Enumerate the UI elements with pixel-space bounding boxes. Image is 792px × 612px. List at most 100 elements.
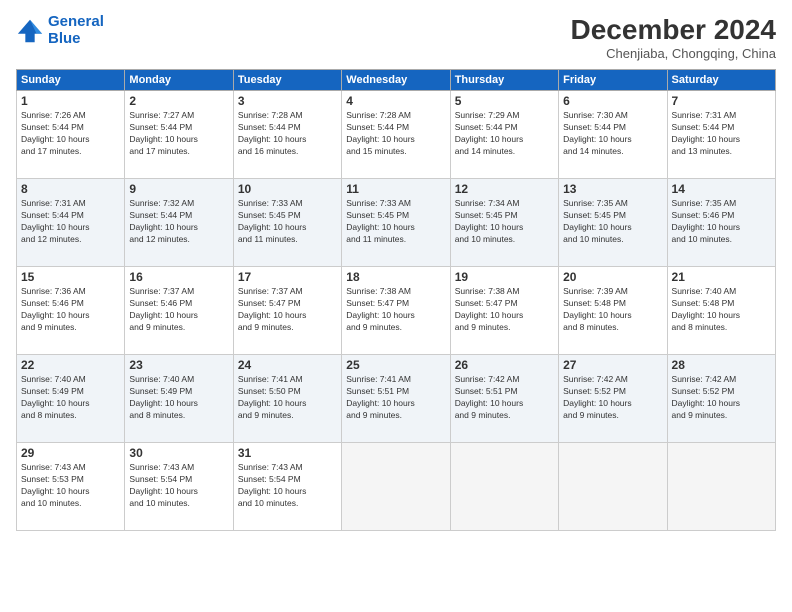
calendar-cell: 10 Sunrise: 7:33 AM Sunset: 5:45 PM Dayli…: [233, 179, 341, 267]
calendar-cell: 1Sunrise: 7:26 AM Sunset: 5:44 PM Daylig…: [17, 91, 125, 179]
day-number: 6: [563, 94, 662, 108]
day-info: Sunrise: 7:42 AM Sunset: 5:52 PM Dayligh…: [672, 374, 771, 422]
day-number: 2: [129, 94, 228, 108]
calendar-cell: [667, 443, 775, 531]
calendar-cell: 17 Sunrise: 7:37 AM Sunset: 5:47 PM Dayli…: [233, 267, 341, 355]
page: General Blue December 2024 Chenjiaba, Ch…: [0, 0, 792, 612]
calendar-cell: 27 Sunrise: 7:42 AM Sunset: 5:52 PM Dayli…: [559, 355, 667, 443]
day-info: Sunrise: 7:31 AM Sunset: 5:44 PM Dayligh…: [672, 110, 771, 158]
day-number: 17: [238, 270, 337, 284]
day-info: Sunrise: 7:28 AM Sunset: 5:44 PM Dayligh…: [346, 110, 445, 158]
calendar-cell: 22 Sunrise: 7:40 AM Sunset: 5:49 PM Dayli…: [17, 355, 125, 443]
calendar-cell: 29Sunrise: 7:43 AM Sunset: 5:53 PM Dayli…: [17, 443, 125, 531]
day-number: 20: [563, 270, 662, 284]
day-info: Sunrise: 7:41 AM Sunset: 5:50 PM Dayligh…: [238, 374, 337, 422]
day-number: 12: [455, 182, 554, 196]
day-info: Sunrise: 7:41 AM Sunset: 5:51 PM Dayligh…: [346, 374, 445, 422]
calendar-week-row: 8 Sunrise: 7:31 AM Sunset: 5:44 PM Daylig…: [17, 179, 776, 267]
day-info: Sunrise: 7:38 AM Sunset: 5:47 PM Dayligh…: [455, 286, 554, 334]
day-number: 14: [672, 182, 771, 196]
day-number: 4: [346, 94, 445, 108]
day-info: Sunrise: 7:42 AM Sunset: 5:52 PM Dayligh…: [563, 374, 662, 422]
day-number: 26: [455, 358, 554, 372]
weekday-header-row: Sunday Monday Tuesday Wednesday Thursday…: [17, 70, 776, 91]
day-number: 22: [21, 358, 120, 372]
header-wednesday: Wednesday: [342, 70, 450, 91]
day-info: Sunrise: 7:33 AM Sunset: 5:45 PM Dayligh…: [238, 198, 337, 246]
day-info: Sunrise: 7:28 AM Sunset: 5:44 PM Dayligh…: [238, 110, 337, 158]
header-tuesday: Tuesday: [233, 70, 341, 91]
calendar-cell: 21 Sunrise: 7:40 AM Sunset: 5:48 PM Dayli…: [667, 267, 775, 355]
logo: General Blue: [16, 14, 104, 47]
logo-text: General Blue: [48, 14, 104, 47]
day-info: Sunrise: 7:30 AM Sunset: 5:44 PM Dayligh…: [563, 110, 662, 158]
day-info: Sunrise: 7:32 AM Sunset: 5:44 PM Dayligh…: [129, 198, 228, 246]
day-info: Sunrise: 7:39 AM Sunset: 5:48 PM Dayligh…: [563, 286, 662, 334]
header-thursday: Thursday: [450, 70, 558, 91]
day-number: 24: [238, 358, 337, 372]
calendar-cell: 12 Sunrise: 7:34 AM Sunset: 5:45 PM Dayli…: [450, 179, 558, 267]
day-number: 7: [672, 94, 771, 108]
calendar-cell: 24 Sunrise: 7:41 AM Sunset: 5:50 PM Dayli…: [233, 355, 341, 443]
calendar-cell: 23 Sunrise: 7:40 AM Sunset: 5:49 PM Dayli…: [125, 355, 233, 443]
day-number: 8: [21, 182, 120, 196]
calendar-cell: 13Sunrise: 7:35 AM Sunset: 5:45 PM Dayli…: [559, 179, 667, 267]
header-friday: Friday: [559, 70, 667, 91]
day-info: Sunrise: 7:27 AM Sunset: 5:44 PM Dayligh…: [129, 110, 228, 158]
day-info: Sunrise: 7:34 AM Sunset: 5:45 PM Dayligh…: [455, 198, 554, 246]
day-number: 21: [672, 270, 771, 284]
calendar-cell: 28 Sunrise: 7:42 AM Sunset: 5:52 PM Dayli…: [667, 355, 775, 443]
day-number: 11: [346, 182, 445, 196]
day-info: Sunrise: 7:43 AM Sunset: 5:54 PM Dayligh…: [129, 462, 228, 510]
day-number: 9: [129, 182, 228, 196]
location-subtitle: Chenjiaba, Chongqing, China: [571, 46, 776, 61]
header-monday: Monday: [125, 70, 233, 91]
day-number: 28: [672, 358, 771, 372]
day-info: Sunrise: 7:40 AM Sunset: 5:48 PM Dayligh…: [672, 286, 771, 334]
day-number: 16: [129, 270, 228, 284]
day-info: Sunrise: 7:43 AM Sunset: 5:54 PM Dayligh…: [238, 462, 337, 510]
calendar-cell: 15 Sunrise: 7:36 AM Sunset: 5:46 PM Dayli…: [17, 267, 125, 355]
day-info: Sunrise: 7:26 AM Sunset: 5:44 PM Dayligh…: [21, 110, 120, 158]
calendar-cell: 16Sunrise: 7:37 AM Sunset: 5:46 PM Dayli…: [125, 267, 233, 355]
calendar-cell: 14 Sunrise: 7:35 AM Sunset: 5:46 PM Dayli…: [667, 179, 775, 267]
day-number: 10: [238, 182, 337, 196]
calendar-cell: 3Sunrise: 7:28 AM Sunset: 5:44 PM Daylig…: [233, 91, 341, 179]
calendar-table: Sunday Monday Tuesday Wednesday Thursday…: [16, 69, 776, 531]
day-number: 19: [455, 270, 554, 284]
logo-line1: General: [48, 13, 104, 30]
header-saturday: Saturday: [667, 70, 775, 91]
calendar-week-row: 22 Sunrise: 7:40 AM Sunset: 5:49 PM Dayli…: [17, 355, 776, 443]
calendar-cell: 20 Sunrise: 7:39 AM Sunset: 5:48 PM Dayli…: [559, 267, 667, 355]
day-info: Sunrise: 7:29 AM Sunset: 5:44 PM Dayligh…: [455, 110, 554, 158]
day-number: 31: [238, 446, 337, 460]
day-info: Sunrise: 7:35 AM Sunset: 5:46 PM Dayligh…: [672, 198, 771, 246]
calendar-cell: 31 Sunrise: 7:43 AM Sunset: 5:54 PM Dayli…: [233, 443, 341, 531]
day-info: Sunrise: 7:40 AM Sunset: 5:49 PM Dayligh…: [129, 374, 228, 422]
calendar-cell: 25Sunrise: 7:41 AM Sunset: 5:51 PM Dayli…: [342, 355, 450, 443]
header-sunday: Sunday: [17, 70, 125, 91]
day-info: Sunrise: 7:37 AM Sunset: 5:47 PM Dayligh…: [238, 286, 337, 334]
day-number: 23: [129, 358, 228, 372]
day-info: Sunrise: 7:40 AM Sunset: 5:49 PM Dayligh…: [21, 374, 120, 422]
title-block: December 2024 Chenjiaba, Chongqing, Chin…: [571, 14, 776, 61]
day-info: Sunrise: 7:33 AM Sunset: 5:45 PM Dayligh…: [346, 198, 445, 246]
day-info: Sunrise: 7:42 AM Sunset: 5:51 PM Dayligh…: [455, 374, 554, 422]
calendar-cell: [342, 443, 450, 531]
calendar-week-row: 1Sunrise: 7:26 AM Sunset: 5:44 PM Daylig…: [17, 91, 776, 179]
calendar-week-row: 15 Sunrise: 7:36 AM Sunset: 5:46 PM Dayli…: [17, 267, 776, 355]
day-number: 15: [21, 270, 120, 284]
calendar-cell: [559, 443, 667, 531]
day-info: Sunrise: 7:31 AM Sunset: 5:44 PM Dayligh…: [21, 198, 120, 246]
header: General Blue December 2024 Chenjiaba, Ch…: [16, 14, 776, 61]
calendar-cell: 7 Sunrise: 7:31 AM Sunset: 5:44 PM Daylig…: [667, 91, 775, 179]
calendar-cell: 4 Sunrise: 7:28 AM Sunset: 5:44 PM Daylig…: [342, 91, 450, 179]
calendar-cell: 19 Sunrise: 7:38 AM Sunset: 5:47 PM Dayli…: [450, 267, 558, 355]
day-info: Sunrise: 7:36 AM Sunset: 5:46 PM Dayligh…: [21, 286, 120, 334]
day-info: Sunrise: 7:43 AM Sunset: 5:53 PM Dayligh…: [21, 462, 120, 510]
calendar-cell: 11 Sunrise: 7:33 AM Sunset: 5:45 PM Dayli…: [342, 179, 450, 267]
day-number: 18: [346, 270, 445, 284]
calendar-cell: 9 Sunrise: 7:32 AM Sunset: 5:44 PM Daylig…: [125, 179, 233, 267]
day-number: 27: [563, 358, 662, 372]
month-title: December 2024: [571, 14, 776, 46]
